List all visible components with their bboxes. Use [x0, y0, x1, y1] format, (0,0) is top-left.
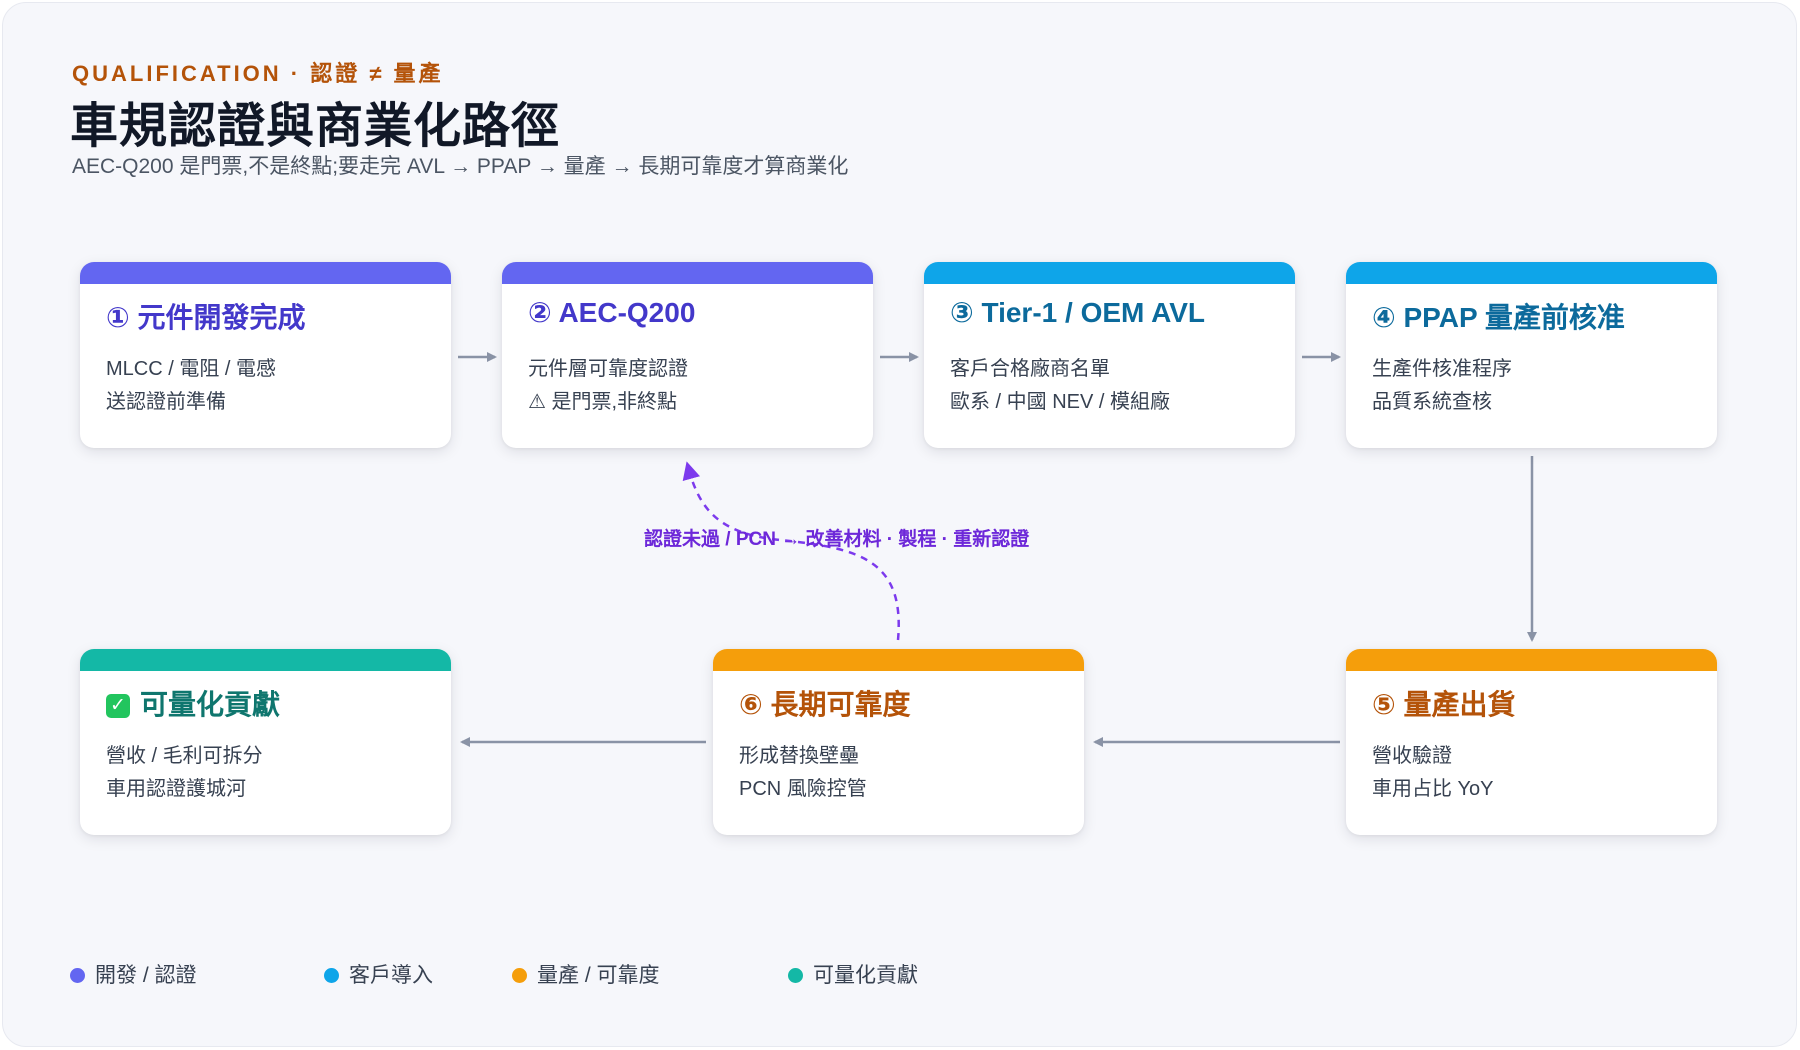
- step-title: ② AEC-Q200: [528, 297, 696, 328]
- step-card-quantifiable-contribution: ✓ 可量化貢獻 營收 / 毛利可拆分 車用認證護城河: [80, 649, 451, 835]
- legend-dot: [70, 968, 85, 983]
- legend-label: 開發 / 認證: [95, 964, 197, 987]
- step-title: ⑥ 長期可靠度: [739, 689, 911, 720]
- step-title-text: 可量化貢獻: [140, 689, 281, 720]
- step-detail: 客戶合格廠商名單: [950, 358, 1110, 380]
- category-bar: [80, 649, 451, 671]
- step-card-ppap: ④ PPAP 量產前核准 生產件核准程序 品質系統查核: [1346, 262, 1717, 448]
- feedback-loop-arrow: [682, 461, 900, 641]
- check-icon: ✓: [106, 694, 130, 718]
- legend-item-customer: 客戶導入: [324, 959, 433, 989]
- step-detail: 車用占比 YoY: [1372, 778, 1494, 800]
- step-card-mass-production: ⑤ 量產出貨 營收驗證 車用占比 YoY: [1346, 649, 1717, 835]
- category-bar: [502, 262, 873, 284]
- step-card-long-term-reliability: ⑥ 長期可靠度 形成替換壁壘 PCN 風險控管: [713, 649, 1084, 835]
- legend-dot: [512, 968, 527, 983]
- step-detail: 歐系 / 中國 NEV / 模組廠: [950, 391, 1171, 413]
- legend-item-contribution: 可量化貢獻: [788, 959, 918, 989]
- category-bar: [1346, 649, 1717, 671]
- step-detail: 車用認證護城河: [106, 778, 246, 800]
- step-detail: 營收 / 毛利可拆分: [106, 745, 263, 767]
- legend-label: 量產 / 可靠度: [537, 964, 660, 987]
- step-card-tier1-oem-avl: ③ Tier-1 / OEM AVL 客戶合格廠商名單 歐系 / 中國 NEV …: [924, 262, 1295, 448]
- step-detail: 送認證前準備: [106, 391, 226, 413]
- step-detail: 營收驗證: [1372, 745, 1452, 767]
- legend-label: 可量化貢獻: [813, 964, 918, 987]
- category-bar: [713, 649, 1084, 671]
- legend-item-dev: 開發 / 認證: [70, 959, 197, 989]
- legend-item-production: 量產 / 可靠度: [512, 959, 660, 989]
- step-detail: 元件層可靠度認證: [528, 358, 688, 380]
- step-card-aec-q200: ② AEC-Q200 元件層可靠度認證 ⚠ 是門票,非終點: [502, 262, 873, 448]
- feedback-loop-label: 認證未過 / PCN → 改善材料 · 製程 · 重新認證: [644, 529, 1030, 550]
- step-detail: 品質系統查核: [1372, 391, 1492, 413]
- step-title: ⑤ 量產出貨: [1372, 689, 1516, 720]
- step-detail: 形成替換壁壘: [739, 745, 859, 767]
- category-bar: [1346, 262, 1717, 284]
- category-bar: [924, 262, 1295, 284]
- step-detail: ⚠ 是門票,非終點: [528, 391, 678, 413]
- legend-dot: [788, 968, 803, 983]
- step-detail: MLCC / 電阻 / 電感: [106, 358, 277, 380]
- step-title: ① 元件開發完成: [106, 302, 306, 333]
- step-title: ④ PPAP 量產前核准: [1372, 302, 1625, 333]
- category-bar: [80, 262, 451, 284]
- step-title: ③ Tier-1 / OEM AVL: [950, 297, 1206, 328]
- step-detail: 生產件核准程序: [1372, 358, 1512, 380]
- step-card-component-development: ① 元件開發完成 MLCC / 電阻 / 電感 送認證前準備: [80, 262, 451, 448]
- legend-label: 客戶導入: [349, 964, 433, 987]
- step-detail: PCN 風險控管: [739, 778, 867, 800]
- step-title: ✓ 可量化貢獻: [106, 683, 280, 723]
- legend-dot: [324, 968, 339, 983]
